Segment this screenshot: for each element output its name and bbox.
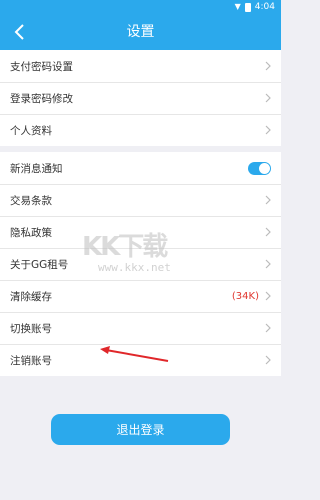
toggle-knob	[259, 162, 270, 174]
page-title: 设置	[126, 24, 155, 40]
settings-item-cancel-account[interactable]: 注销账号	[0, 344, 281, 376]
status-time: 4:04	[254, 2, 275, 12]
chevron-right-icon	[265, 259, 271, 269]
battery-icon	[244, 2, 251, 12]
chevron-right-icon	[265, 323, 271, 333]
settings-item-privacy[interactable]: 隐私政策	[0, 216, 281, 248]
settings-item-label: 切换账号	[10, 322, 52, 335]
settings-item-label: 关于GG租号	[10, 258, 69, 271]
settings-group-general: 新消息通知 交易条款 隐私政策 关于GG租号 清除缓存 (34K) 切换账号 注…	[0, 152, 281, 376]
settings-item-label: 清除缓存	[10, 290, 52, 303]
logout-button[interactable]: 退出登录	[51, 414, 230, 445]
settings-item-notifications: 新消息通知	[0, 152, 281, 184]
settings-item-clear-cache[interactable]: 清除缓存 (34K)	[0, 280, 281, 312]
settings-item-label: 新消息通知	[10, 162, 63, 175]
chevron-right-icon	[265, 93, 271, 103]
settings-item-login-password[interactable]: 登录密码修改	[0, 82, 281, 114]
settings-item-label: 支付密码设置	[10, 60, 73, 73]
settings-item-label: 注销账号	[10, 354, 52, 367]
chevron-right-icon	[265, 195, 271, 205]
settings-item-switch-account[interactable]: 切换账号	[0, 312, 281, 344]
chevron-right-icon	[265, 227, 271, 237]
settings-item-label: 个人资料	[10, 124, 52, 137]
chevron-right-icon	[265, 355, 271, 365]
chevron-right-icon	[265, 125, 271, 135]
settings-item-terms[interactable]: 交易条款	[0, 184, 281, 216]
chevron-right-icon	[265, 61, 271, 71]
settings-group-account: 支付密码设置 登录密码修改 个人资料	[0, 50, 281, 146]
chevron-right-icon	[265, 291, 271, 301]
notifications-toggle[interactable]	[248, 161, 271, 175]
status-bar: ▼ 4:04	[0, 0, 281, 14]
cache-size-value: (34K)	[231, 290, 259, 302]
settings-item-profile[interactable]: 个人资料	[0, 114, 281, 146]
settings-item-label: 交易条款	[10, 194, 52, 207]
wifi-icon: ▼	[234, 2, 241, 11]
settings-item-label: 隐私政策	[10, 226, 52, 239]
settings-item-about[interactable]: 关于GG租号	[0, 248, 281, 280]
settings-item-payment-password[interactable]: 支付密码设置	[0, 50, 281, 82]
nav-bar: 设置	[0, 14, 281, 50]
settings-item-label: 登录密码修改	[10, 92, 73, 105]
